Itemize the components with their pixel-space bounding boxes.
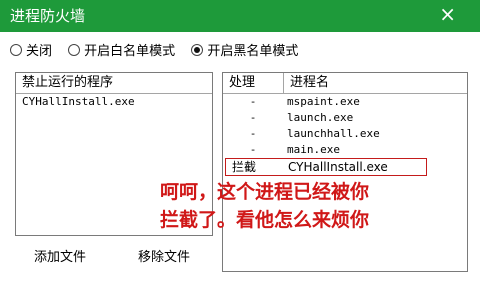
table-row[interactable]: - launch.exe <box>223 110 467 126</box>
cell-name: launch.exe <box>287 111 354 124</box>
mode-radio-group: 关闭 开启白名单模式 开启黑名单模式 <box>10 40 310 60</box>
cell-name: CYHallInstall.exe <box>288 160 388 174</box>
cell-name: launchhall.exe <box>287 127 380 140</box>
window-title: 进程防火墙 <box>10 7 86 25</box>
firewall-window: 进程防火墙 × 关闭 开启白名单模式 开启黑名单模式 禁止运行的程序 CYHal… <box>0 0 480 289</box>
radio-indicator <box>10 43 22 56</box>
radio-blacklist[interactable]: 开启黑名单模式 <box>191 40 298 59</box>
cell-action: 拦截 <box>232 160 257 174</box>
annotation-line: 呵呵，这个进程已经被你 <box>160 181 370 203</box>
add-file-button[interactable]: 添加文件 <box>34 246 86 265</box>
radio-indicator <box>68 43 81 56</box>
table-row[interactable]: - main.exe <box>223 142 467 158</box>
column-header-name[interactable]: 进程名 <box>284 73 329 93</box>
title-bar: 进程防火墙 × <box>0 0 480 32</box>
list-header: 禁止运行的程序 <box>16 73 212 94</box>
radio-label: 关闭 <box>26 44 53 59</box>
process-list[interactable]: 处理 进程名 - mspaint.exe - launch.exe - laun… <box>222 72 468 272</box>
radio-label: 开启黑名单模式 <box>207 44 299 59</box>
radio-indicator-checked <box>191 43 204 56</box>
table-row-blocked[interactable]: 拦截 CYHallInstall.exe <box>225 158 427 176</box>
table-row[interactable]: - mspaint.exe <box>223 94 467 110</box>
column-header-action[interactable]: 处理 <box>229 73 284 93</box>
cell-action: - <box>249 111 257 124</box>
cell-action: - <box>249 95 257 108</box>
radio-whitelist[interactable]: 开启白名单模式 <box>68 40 175 59</box>
remove-file-button[interactable]: 移除文件 <box>138 246 190 265</box>
cell-name: main.exe <box>287 143 340 156</box>
process-list-header: 处理 进程名 <box>223 73 467 94</box>
annotation-line: 拦截了。看他怎么来烦你 <box>160 209 370 231</box>
close-icon[interactable]: × <box>439 4 456 24</box>
list-item[interactable]: CYHallInstall.exe <box>16 94 212 110</box>
cell-action: - <box>249 127 257 140</box>
radio-off[interactable]: 关闭 <box>10 40 52 59</box>
cell-name: mspaint.exe <box>287 95 360 108</box>
radio-label: 开启白名单模式 <box>84 44 176 59</box>
cell-action: - <box>249 143 257 156</box>
table-row[interactable]: - launchhall.exe <box>223 126 467 142</box>
handwritten-annotation: 呵呵，这个进程已经被你 拦截了。看他怎么来烦你 <box>160 178 470 234</box>
